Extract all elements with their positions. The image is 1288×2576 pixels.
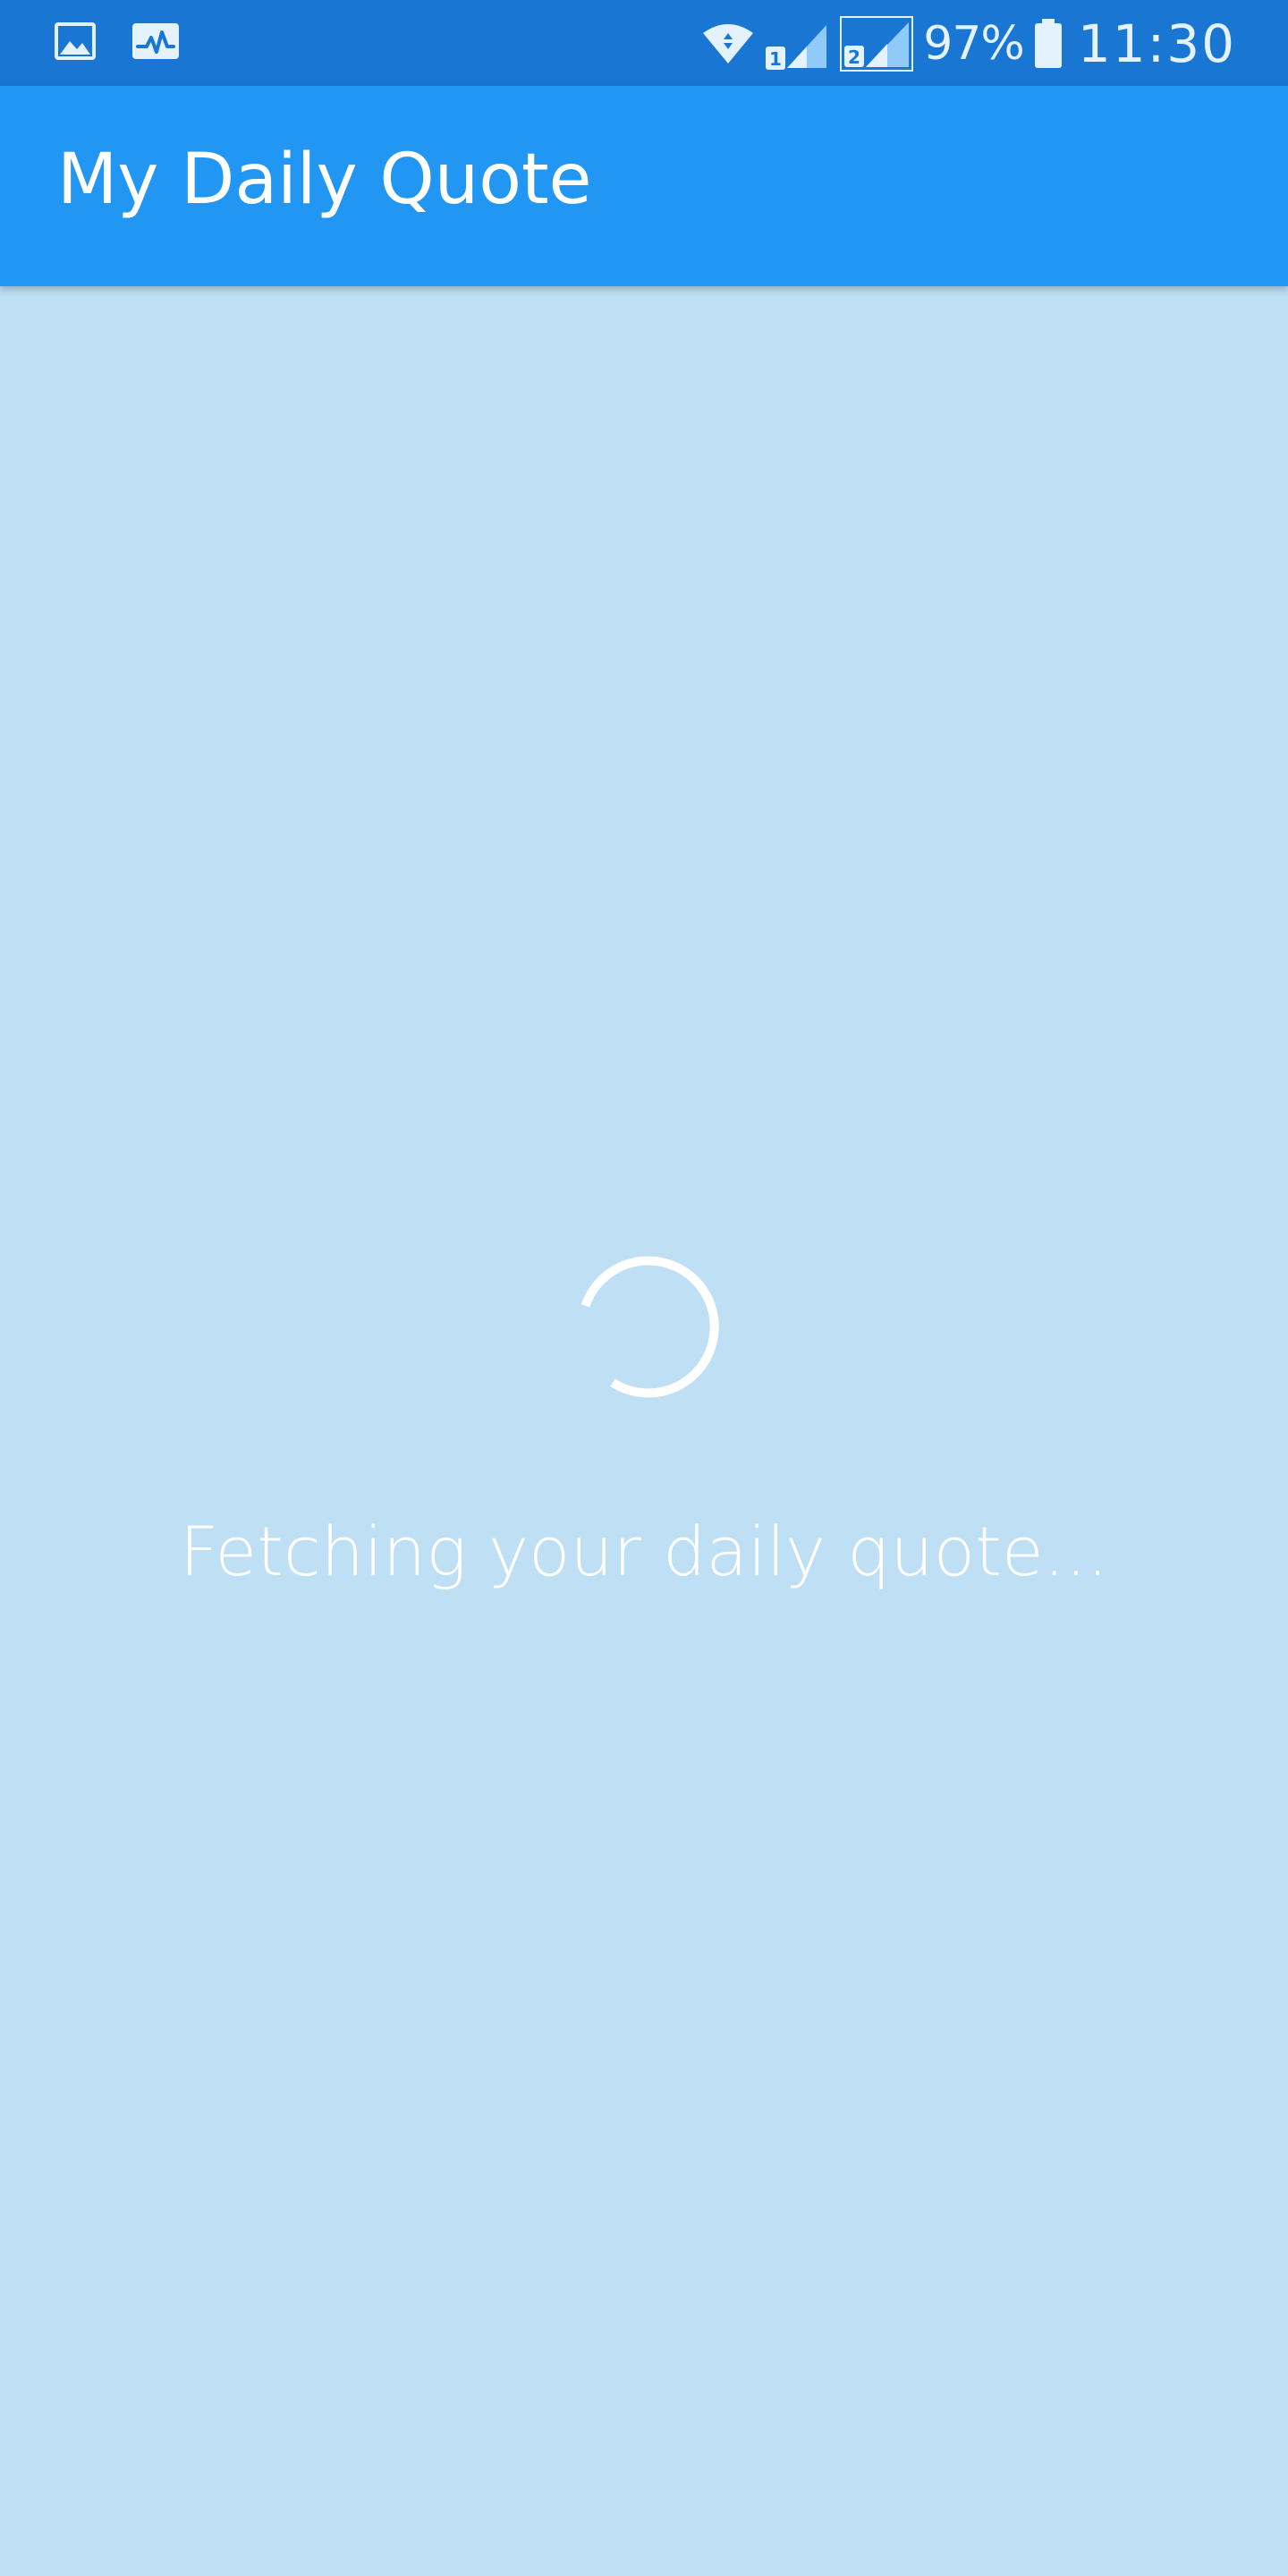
page-title: My Daily Quote (57, 140, 592, 220)
status-bar: 1 2 97% 11:30 (0, 0, 1288, 86)
main-content (0, 286, 1288, 2576)
app-bar: My Daily Quote (0, 86, 1288, 286)
progress-spinner-icon (572, 1252, 724, 1404)
loading-message: Fetching your daily quote... (179, 1512, 1109, 1591)
wifi-icon (701, 21, 755, 67)
battery-percent: 97% (923, 17, 1025, 71)
status-bar-system: 1 2 97% 11:30 (701, 13, 1236, 75)
sim1-signal-icon: 1 (764, 16, 830, 72)
status-bar-notifications (54, 20, 181, 63)
sim1-label: 1 (769, 48, 782, 70)
battery-icon (1033, 19, 1063, 69)
clock: 11:30 (1077, 13, 1236, 74)
sim2-label: 2 (848, 47, 860, 68)
image-icon (54, 20, 97, 63)
activity-icon (131, 20, 181, 63)
sim2-signal-icon: 2 (839, 15, 914, 72)
